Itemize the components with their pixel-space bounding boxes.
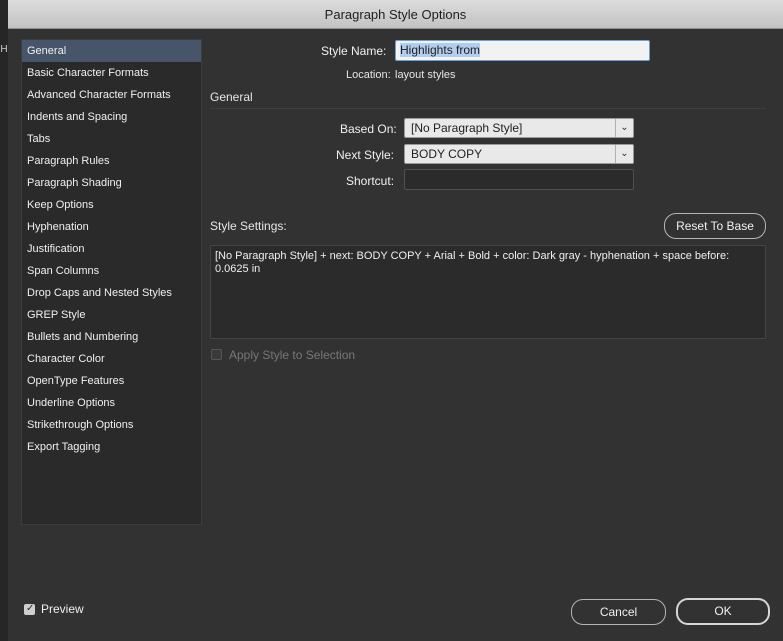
nav-item-export-tagging[interactable]: Export Tagging — [22, 436, 201, 458]
style-name-label: Style Name: — [321, 44, 387, 58]
shortcut-label: Shortcut: — [346, 174, 395, 188]
reset-to-base-button[interactable]: Reset To Base — [664, 213, 766, 239]
nav-item-indents-and-spacing[interactable]: Indents and Spacing — [22, 106, 201, 128]
nav-item-paragraph-rules[interactable]: Paragraph Rules — [22, 150, 201, 172]
category-list: General Basic Character Formats Advanced C… — [21, 39, 202, 525]
chevron-down-icon[interactable]: ⌄ — [615, 119, 633, 137]
ok-button[interactable]: OK — [676, 598, 770, 625]
window-title-bar: Paragraph Style Options — [8, 0, 783, 29]
nav-item-justification[interactable]: Justification — [22, 238, 201, 260]
paragraph-style-options-dialog: General Basic Character Formats Advanced C… — [8, 29, 783, 641]
nav-item-hyphenation[interactable]: Hyphenation — [22, 216, 201, 238]
nav-item-basic-character-formats[interactable]: Basic Character Formats — [22, 62, 201, 84]
apply-style-label: Apply Style to Selection — [229, 348, 356, 362]
window-title: Paragraph Style Options — [324, 7, 467, 22]
shortcut-input[interactable] — [404, 169, 634, 190]
next-style-dropdown[interactable]: BODY COPY ⌄ — [404, 144, 634, 164]
style-settings-label: Style Settings: — [210, 219, 287, 233]
background-app-edge: H — [0, 0, 8, 641]
nav-item-keep-options[interactable]: Keep Options — [22, 194, 201, 216]
next-style-label: Next Style: — [336, 148, 395, 162]
chevron-down-icon[interactable]: ⌄ — [615, 145, 633, 163]
style-name-value: Highlights from — [400, 43, 481, 57]
section-heading-general: General — [210, 90, 253, 104]
nav-item-tabs[interactable]: Tabs — [22, 128, 201, 150]
nav-item-opentype-features[interactable]: OpenType Features — [22, 370, 201, 392]
edge-mark: H — [0, 44, 8, 55]
apply-style-checkbox[interactable] — [211, 349, 222, 360]
preview-checkbox[interactable]: ✓ — [24, 603, 35, 615]
style-name-input[interactable]: Highlights from — [395, 40, 650, 61]
nav-item-paragraph-shading[interactable]: Paragraph Shading — [22, 172, 201, 194]
nav-item-general[interactable]: General — [22, 40, 201, 62]
nav-item-span-columns[interactable]: Span Columns — [22, 260, 201, 282]
nav-item-underline-options[interactable]: Underline Options — [22, 392, 201, 414]
location-label: Location: — [346, 69, 391, 81]
nav-item-grep-style[interactable]: GREP Style — [22, 304, 201, 326]
nav-item-character-color[interactable]: Character Color — [22, 348, 201, 370]
nav-item-bullets-and-numbering[interactable]: Bullets and Numbering — [22, 326, 201, 348]
based-on-value: [No Paragraph Style] — [411, 121, 523, 135]
based-on-dropdown[interactable]: [No Paragraph Style] ⌄ — [404, 118, 634, 138]
nav-item-advanced-character-formats[interactable]: Advanced Character Formats — [22, 84, 201, 106]
nav-item-drop-caps-and-nested-styles[interactable]: Drop Caps and Nested Styles — [22, 282, 201, 304]
nav-item-strikethrough-options[interactable]: Strikethrough Options — [22, 414, 201, 436]
section-divider — [210, 108, 766, 109]
preview-label: Preview — [41, 602, 84, 616]
checkmark-icon: ✓ — [26, 603, 35, 614]
cancel-button[interactable]: Cancel — [571, 599, 666, 625]
next-style-value: BODY COPY — [411, 147, 483, 161]
location-value: layout styles — [395, 69, 456, 81]
style-settings-summary: [No Paragraph Style] + next: BODY COPY +… — [210, 245, 766, 339]
based-on-label: Based On: — [340, 122, 397, 136]
